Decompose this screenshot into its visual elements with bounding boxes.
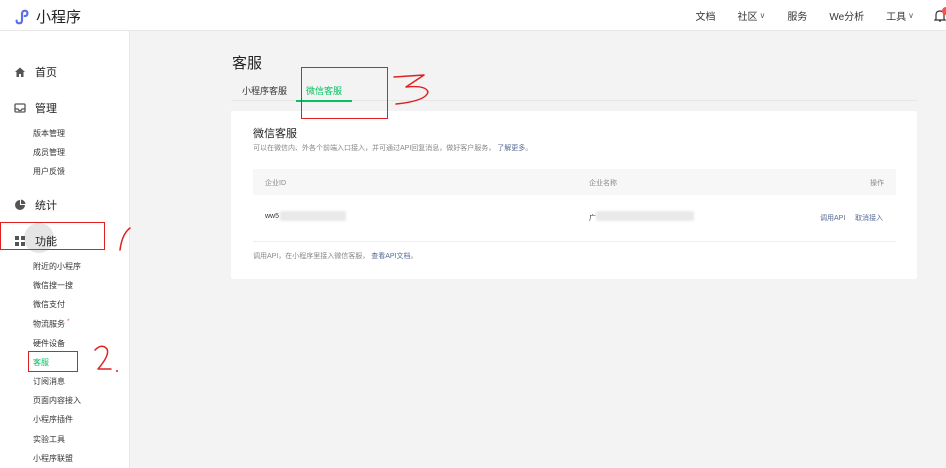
card-description-end: 。 xyxy=(525,145,533,152)
annotation-box-features xyxy=(0,222,105,250)
nav-services-label: 服务 xyxy=(787,12,808,23)
nav-docs[interactable]: 文档 xyxy=(695,8,715,23)
sidebar-item-logistics[interactable]: 物流服务 * xyxy=(33,318,70,330)
page-title: 客服 xyxy=(232,55,263,72)
api-docs-link[interactable]: 查看API文档 xyxy=(371,253,410,260)
top-bar: 小程序 文档 社区 ∨ 服务 We分析 工具 ∨ xyxy=(0,0,946,31)
table-header: 企业ID 企业名称 操作 xyxy=(253,169,896,195)
corp-id-value: ww5 xyxy=(265,213,280,220)
learn-more-link[interactable]: 了解更多 xyxy=(497,145,525,152)
call-api-link[interactable]: 调用API xyxy=(820,213,845,223)
nav-we-analytics-label: We分析 xyxy=(829,12,865,23)
bell-icon[interactable] xyxy=(933,6,946,23)
sidebar-item-manage[interactable]: 管理 xyxy=(14,100,57,116)
sidebar-item-subscribe-message[interactable]: 订阅消息 xyxy=(33,376,65,387)
sidebar-item-version-manage[interactable]: 版本管理 xyxy=(33,128,65,139)
sidebar-item-wechat-pay[interactable]: 微信支付 xyxy=(33,299,65,310)
annotation-number-1 xyxy=(119,227,131,251)
card-title: 微信客服 xyxy=(253,128,297,140)
annotation-number-3 xyxy=(393,74,429,105)
redacted-corp-name xyxy=(596,211,694,221)
sidebar-item-label: 统计 xyxy=(35,200,57,212)
sidebar-item-member-manage[interactable]: 成员管理 xyxy=(33,147,65,158)
card-description-text: 可以在微信内、外各个前端入口接入，并可通过API回复消息，做好客户服务， xyxy=(253,145,496,152)
nav-community-label: 社区 xyxy=(737,12,758,23)
card-description: 可以在微信内、外各个前端入口接入，并可通过API回复消息，做好客户服务， 了解更… xyxy=(253,143,532,153)
sidebar-item-label: 首页 xyxy=(35,67,57,79)
top-nav: 文档 社区 ∨ 服务 We分析 工具 ∨ xyxy=(673,0,946,31)
tab-miniprogram-cs[interactable]: 小程序客服 xyxy=(242,84,287,97)
sidebar-item-plugins[interactable]: 小程序插件 xyxy=(33,414,73,425)
sidebar-item-alliance[interactable]: 小程序联盟 xyxy=(33,453,73,464)
card-footer: 调用API，在小程序里接入微信客服， 查看API文档。 xyxy=(253,251,418,261)
nav-tools-label: 工具 xyxy=(886,12,907,23)
chevron-down-icon: ∨ xyxy=(759,11,766,20)
nav-we-analytics[interactable]: We分析 xyxy=(829,8,864,23)
nav-services[interactable]: 服务 xyxy=(787,8,807,23)
notification-badge xyxy=(942,6,946,15)
redacted-corp-id xyxy=(280,211,346,221)
nav-tools[interactable]: 工具 ∨ xyxy=(886,8,914,23)
annotation-box-wechat-cs-tab xyxy=(301,67,388,119)
logo[interactable]: 小程序 xyxy=(13,6,81,27)
pie-chart-icon xyxy=(15,199,26,210)
nav-community[interactable]: 社区 ∨ xyxy=(737,8,765,23)
card-footer-end: 。 xyxy=(410,253,418,260)
column-corp-name: 企业名称 xyxy=(589,180,617,187)
card-footer-text: 调用API，在小程序里接入微信客服， xyxy=(253,253,370,260)
wechat-cs-card: 微信客服 可以在微信内、外各个前端入口接入，并可通过API回复消息，做好客户服务… xyxy=(231,111,917,279)
sidebar-item-stats[interactable]: 统计 xyxy=(14,197,57,213)
sidebar-item-hardware[interactable]: 硬件设备 xyxy=(33,338,65,349)
column-corp-id: 企业ID xyxy=(265,180,286,187)
sidebar-item-label: 物流服务 xyxy=(33,319,65,329)
inbox-icon xyxy=(14,103,26,113)
divider xyxy=(253,241,896,242)
annotation-number-2 xyxy=(94,345,118,372)
sidebar-item-wechat-search[interactable]: 微信搜一搜 xyxy=(33,280,73,291)
required-mark: * xyxy=(67,318,70,325)
cancel-access-link[interactable]: 取消接入 xyxy=(855,213,883,223)
sidebar-item-page-content[interactable]: 页面内容接入 xyxy=(33,395,81,406)
corp-name-value: 广 xyxy=(589,215,596,222)
sidebar-item-user-feedback[interactable]: 用户反馈 xyxy=(33,166,65,177)
nav-docs-label: 文档 xyxy=(695,12,716,23)
home-icon xyxy=(15,67,25,77)
sidebar-item-label: 管理 xyxy=(35,103,57,115)
chevron-down-icon: ∨ xyxy=(908,11,914,20)
sidebar-item-home[interactable]: 首页 xyxy=(14,64,57,80)
annotation-box-customer-service xyxy=(28,351,78,372)
logo-text: 小程序 xyxy=(36,9,82,26)
column-actions: 操作 xyxy=(870,180,884,187)
table-row: ww5 广 调用API 取消接入 xyxy=(253,205,896,231)
sidebar-item-lab-tools[interactable]: 实验工具 xyxy=(33,434,65,445)
miniprogram-logo-icon xyxy=(15,9,29,24)
sidebar-item-nearby-miniprogram[interactable]: 附近的小程序 xyxy=(33,261,81,272)
